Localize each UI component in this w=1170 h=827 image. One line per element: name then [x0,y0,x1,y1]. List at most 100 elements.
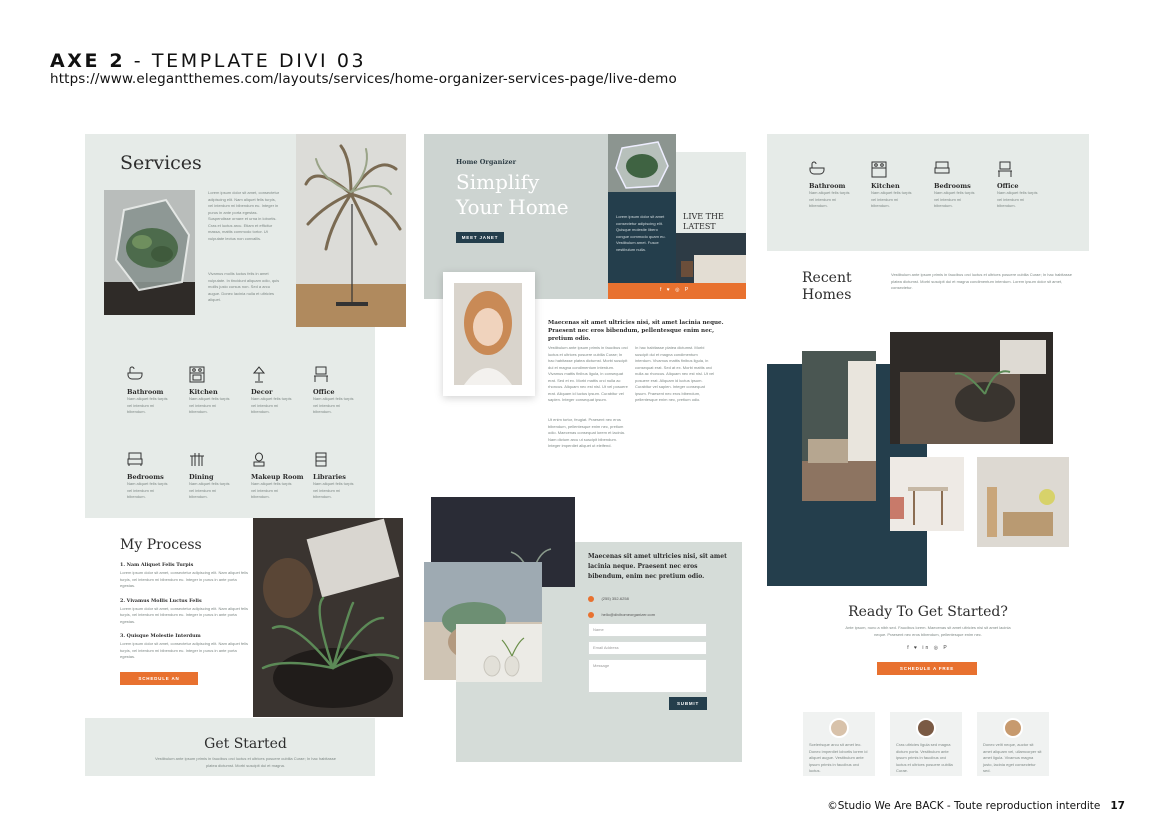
bio-column-1: Vestibulum ante ipsum primis in faucibus… [548,345,628,402]
portrait-photo [454,283,522,385]
service-item-dining[interactable]: Dining Nam aliquet felis turpis vel inte… [189,452,245,501]
footer-credit: ©Studio We Are BACK - Toute reproduction… [827,800,1125,812]
service-item-makeup-room[interactable]: Makeup Room Nam aliquet felis turpis vel… [251,452,307,501]
name-field[interactable]: Name [588,623,707,637]
service-label: Bedrooms [934,182,971,190]
service-desc: Nam aliquet felis turpis vel interdum mi… [127,481,168,499]
social-icons[interactable]: f ♥ ◎ P [660,287,690,293]
cta-social-icons[interactable]: f ♥ in ◎ P [767,645,1089,651]
air-plant-photo [296,134,406,327]
cta-text: Ante ipsum, nunc a nibh sed. Faucibus lo… [845,625,1011,637]
get-started-title: Get Started [204,736,287,752]
service-desc: Nam aliquet felis turpis vel interdum mi… [251,396,292,414]
dining-icon [189,452,245,467]
service-label: Kitchen [189,388,218,396]
hero-kicker: Home Organizer [456,158,517,166]
gallery-table-photo [890,332,1053,444]
middle-mockup: Home Organizer Simplify Your Home MEET J… [424,134,746,454]
meet-janet-button[interactable]: MEET JANET [456,232,504,243]
services-paragraph: Lorem ipsum dolor sit amet, consectetur … [208,190,280,241]
service-desc: Nam aliquet felis turpis vel interdum mi… [871,190,912,208]
gallery-dining-photo [890,457,964,531]
gallery-kitchen-photo [977,457,1069,547]
recent-homes-line: Homes [802,287,852,303]
service-label: Decor [251,388,273,396]
avatar [829,718,849,738]
process-step-text: Lorem ipsum dolor sit amet, consectetur … [120,570,249,588]
process-steps: 1. Nam Aliquet Felis Turpis Lorem ipsum … [120,562,250,661]
avatar [1003,718,1023,738]
avatar [916,718,936,738]
bed-icon [127,452,183,467]
schedule-appointment-button[interactable]: SCHEDULE AN APPOINTMENT [120,672,198,694]
service-label: Bathroom [127,388,164,396]
phone-number: (255) 352-6258 [601,595,629,601]
email-field[interactable]: Email Address [588,641,707,655]
submit-button[interactable]: SUBMIT [669,697,707,710]
bio-column-2: In hac habitasse platea dictumst. Morbi … [635,345,715,402]
service-desc: Nam aliquet felis turpis vel interdum mi… [313,481,354,499]
live-latest-line: LATEST [683,222,716,231]
testimonial-text: Scelerisque arcu sit amet leo. Donec imp… [809,742,868,773]
right-service-item-kitchen[interactable]: Kitchen Nam aliquet felis turpis vel int… [871,161,929,210]
contact-mockup: Maecenas sit amet ultricies nisi, sit am… [424,490,746,778]
right-mockup: Bathroom Nam aliquet felis turpis vel in… [767,134,1089,776]
bathtub-icon [127,366,183,380]
process-photo [253,518,403,717]
service-item-kitchen[interactable]: Kitchen Nam aliquet felis turpis vel int… [189,366,245,416]
process-step-text: Lorem ipsum dolor sit amet, consectetur … [120,641,249,659]
process-step-text: Lorem ipsum dolor sit amet, consectetur … [120,605,249,624]
service-label: Bathroom [809,182,846,190]
process-step-title: 3. Quisque Molestie Interdum [120,633,201,639]
service-desc: Nam aliquet felis turpis vel interdum mi… [313,396,354,414]
free-consultation-button[interactable]: SCHEDULE A FREE CONSULTATION [877,662,977,684]
bed-icon [934,161,992,176]
service-label: Office [313,388,335,396]
recent-homes-title: Recent Homes [802,270,852,304]
service-item-libraries[interactable]: Libraries Nam aliquet felis turpis vel i… [313,452,369,501]
kitchen-icon [871,161,929,178]
service-desc: Nam aliquet felis turpis vel interdum mi… [189,396,230,414]
desk-icon [313,366,369,383]
bio-heading: Maecenas sit amet ultricies nisi, sit am… [548,320,724,342]
gallery-living-photo [802,351,876,501]
contact-heading: Maecenas sit amet ultricies nisi, sit am… [588,553,727,580]
terrarium-thumb-photo [608,134,676,192]
testimonial-text: Cras ultricies ligula sed magna dictum p… [896,742,953,773]
service-item-office[interactable]: Office Nam aliquet felis turpis vel inte… [313,366,369,416]
right-service-item-office[interactable]: Office Nam aliquet felis turpis vel inte… [997,161,1055,210]
testimonial-card: Cras ultricies ligula sed magna dictum p… [890,712,962,776]
recent-homes-line: Recent [802,270,852,286]
service-label: Kitchen [871,182,900,190]
testimonial-text: Donec velit neque, auctor sit amet aliqu… [983,742,1042,773]
service-item-bedrooms[interactable]: Bedrooms Nam aliquet felis turpis vel in… [127,452,183,501]
right-service-item-bedrooms[interactable]: Bedrooms Nam aliquet felis turpis vel in… [934,161,992,210]
email-row[interactable]: hello@divihomeorganizer.com [588,606,655,624]
message-field[interactable]: Message [588,659,707,693]
process-step-title: 2. Vivamus Mollis Luctus Felis [120,597,202,604]
shelf-icon [313,452,369,467]
testimonial-card: Donec velit neque, auctor sit amet aliqu… [977,712,1049,776]
service-desc: Nam aliquet felis turpis vel interdum mi… [251,481,292,499]
cta-title: Ready To Get Started? [848,604,1008,620]
document-url: https://www.elegantthemes.com/layouts/se… [50,71,677,87]
service-desc: Nam aliquet felis turpis vel interdum mi… [189,481,230,499]
services-paragraph-2: Vivamus mollis luctus felis in amet vulp… [208,271,280,302]
service-item-bathroom[interactable]: Bathroom Nam aliquet felis turpis vel in… [127,366,183,416]
right-service-item-bathroom[interactable]: Bathroom Nam aliquet felis turpis vel in… [809,161,867,210]
service-desc: Nam aliquet felis turpis vel interdum mi… [809,190,850,208]
email-address: hello@divihomeorganizer.com [601,611,656,617]
credit-text: ©Studio We Are BACK - Toute reproduction… [827,800,1101,812]
service-label: Bedrooms [127,473,164,481]
service-label: Dining [189,473,214,481]
lamp-icon [251,366,307,383]
hero-title: Simplify Your Home [456,170,569,220]
live-latest-title: LIVE THE LATEST [683,212,724,232]
vases-photo [456,624,542,682]
service-label: Office [997,182,1019,190]
service-item-decor[interactable]: Decor Nam aliquet felis turpis vel inter… [251,366,307,416]
hero-title-line: Your Home [456,195,569,219]
get-started-text: Vestibulum ante ipsum primis in faucibus… [155,756,336,768]
terrarium-photo [104,190,195,315]
email-icon [588,611,594,618]
